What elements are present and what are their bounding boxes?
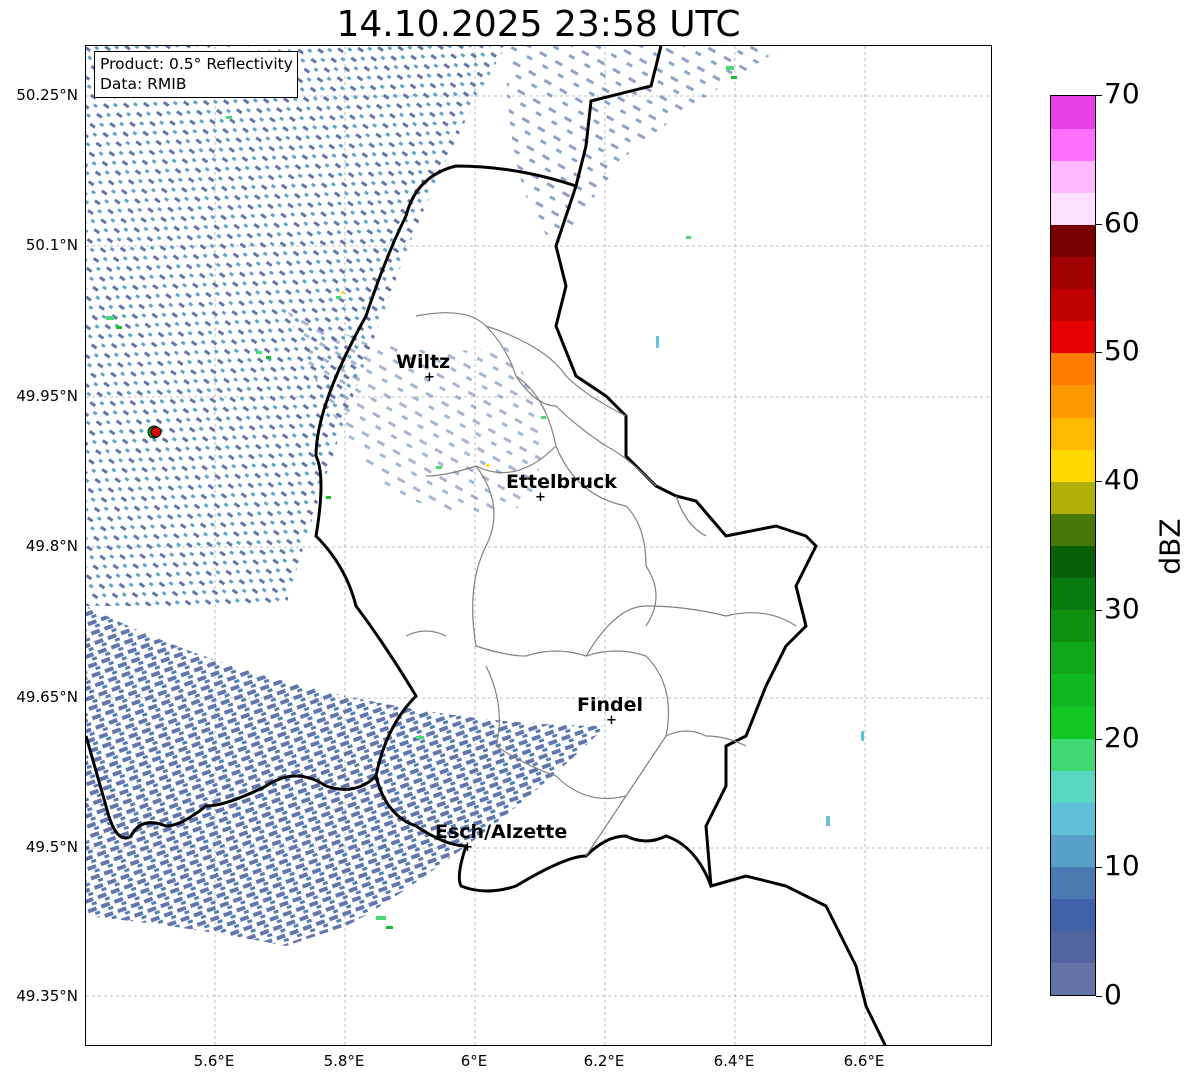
colorbar-tick-label: 0 — [1104, 978, 1122, 1011]
colorbar-tick-label: 30 — [1104, 591, 1140, 625]
city-marker-icon: + — [424, 370, 435, 385]
colorbar-segment — [1051, 481, 1095, 514]
lat-label: 50.25°N — [16, 86, 78, 104]
colorbar-tick-mark — [1096, 609, 1102, 611]
colorbar-tick-label: 20 — [1104, 720, 1140, 754]
colorbar-segment — [1051, 706, 1095, 739]
lat-label: 49.5°N — [25, 838, 78, 856]
colorbar-segment — [1051, 641, 1095, 675]
colorbar-segment — [1051, 577, 1095, 611]
city-label-ettelbruck: Ettelbruck — [506, 471, 617, 493]
colorbar-segment — [1051, 160, 1095, 193]
colorbar-tick-label: 40 — [1104, 463, 1140, 497]
colorbar-segment — [1051, 449, 1095, 482]
lon-label: 5.8°E — [323, 1052, 365, 1070]
colorbar-segment — [1051, 866, 1095, 900]
colorbar-segment — [1051, 320, 1095, 354]
colorbar-segment — [1051, 738, 1095, 771]
colorbar-segment — [1051, 384, 1095, 418]
colorbar-tick-mark — [1096, 867, 1102, 869]
colorbar-tick-mark — [1096, 352, 1102, 354]
lat-label: 50.1°N — [25, 236, 78, 254]
colorbar-segment — [1051, 352, 1095, 386]
colorbar-segment — [1051, 834, 1095, 868]
colorbar-segment — [1051, 128, 1095, 161]
colorbar-segment — [1051, 930, 1095, 964]
colorbar-tick-label: 50 — [1104, 334, 1140, 368]
source-label: Data: RMIB — [100, 75, 187, 93]
colorbar-segment — [1051, 417, 1095, 450]
colorbar — [1050, 95, 1096, 996]
colorbar-segment — [1051, 609, 1095, 643]
map-canvas — [86, 46, 991, 1045]
colorbar-tick-mark — [1096, 481, 1102, 483]
lon-label: 6.6°E — [843, 1052, 885, 1070]
radar-site — [147, 425, 162, 439]
lat-label: 49.95°N — [16, 387, 78, 405]
colorbar-segment — [1051, 256, 1095, 290]
lat-label: 49.35°N — [16, 987, 78, 1005]
lat-label: 49.8°N — [25, 537, 78, 555]
colorbar-tick-mark — [1096, 223, 1102, 225]
lat-label: 49.65°N — [16, 688, 78, 706]
national-border — [554, 46, 887, 1045]
colorbar-tick-mark — [1096, 738, 1102, 740]
map-title: 14.10.2025 23:58 UTC — [336, 4, 741, 45]
colorbar-tick-mark — [1096, 95, 1102, 96]
lon-label: 6.2°E — [583, 1052, 625, 1070]
colorbar-tick-label: 70 — [1104, 77, 1140, 110]
colorbar-label: dBZ — [1153, 518, 1184, 575]
city-marker-icon: + — [535, 490, 546, 505]
colorbar-segment — [1051, 962, 1095, 996]
colorbar-segment — [1051, 224, 1095, 258]
colorbar-segment — [1051, 96, 1095, 129]
city-marker-icon: + — [606, 713, 617, 728]
colorbar-tick-label: 10 — [1104, 849, 1140, 883]
colorbar-tick-label: 60 — [1104, 205, 1140, 239]
lon-label: 6°E — [460, 1052, 488, 1070]
colorbar-segment — [1051, 288, 1095, 322]
info-box: Product: 0.5° Reflectivity Data: RMIB — [94, 51, 298, 98]
colorbar-segment — [1051, 673, 1095, 707]
colorbar-tick-mark — [1096, 996, 1102, 997]
colorbar-segment — [1051, 545, 1095, 579]
colorbar-segment — [1051, 192, 1095, 225]
colorbar-segment — [1051, 802, 1095, 835]
product-label: Product: 0.5° Reflectivity — [100, 55, 293, 73]
radar-map[interactable] — [85, 45, 992, 1046]
city-label-esch-alzette: Esch/Alzette — [435, 821, 568, 843]
lon-label: 6.4°E — [713, 1052, 755, 1070]
colorbar-segment — [1051, 770, 1095, 803]
city-marker-icon: + — [462, 840, 473, 855]
lon-label: 5.6°E — [193, 1052, 235, 1070]
colorbar-segment — [1051, 898, 1095, 932]
colorbar-segment — [1051, 513, 1095, 546]
